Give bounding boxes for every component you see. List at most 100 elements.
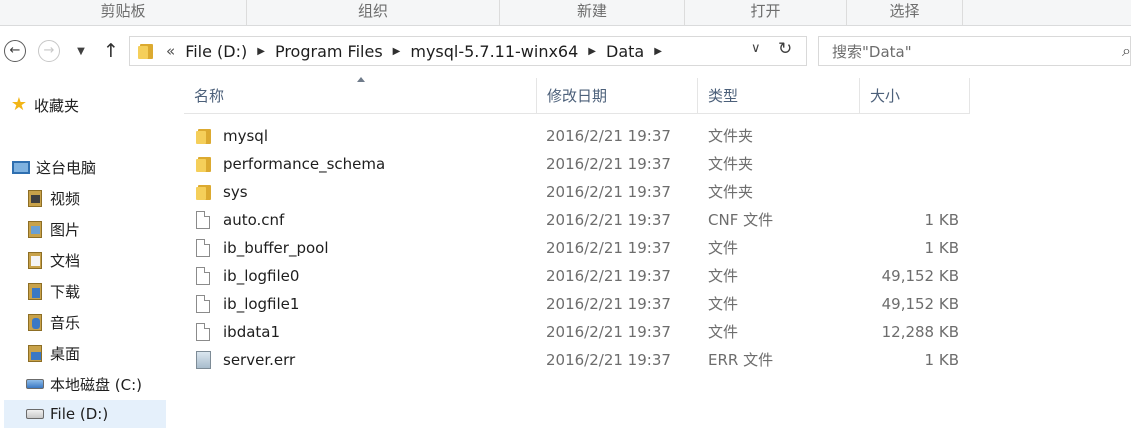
chevron-down-icon: ▼ (77, 45, 85, 57)
ribbon-group-organize[interactable]: 组织 (247, 0, 500, 25)
file-icon (196, 211, 216, 229)
sidebar-item-pictures[interactable]: 图片 (26, 215, 80, 243)
breadcrumb-separator-icon[interactable]: ▶ (257, 46, 265, 57)
sidebar-item-documents[interactable]: 文档 (26, 246, 80, 274)
file-type: ERR 文件 (708, 351, 774, 369)
file-size: 1 KB (924, 239, 959, 257)
sidebar-item-videos[interactable]: 视频 (26, 184, 80, 212)
address-dropdown-icon[interactable]: ∨ (751, 41, 761, 56)
ribbon: 剪贴板 组织 新建 打开 选择 (0, 0, 1131, 26)
breadcrumb-separator-icon[interactable]: ▶ (393, 46, 401, 57)
sidebar-item-this-pc[interactable]: 这台电脑 (12, 153, 96, 181)
file-date: 2016/2/21 19:37 (546, 351, 671, 369)
up-arrow-icon: ↑ (103, 40, 119, 62)
file-date: 2016/2/21 19:37 (546, 239, 671, 257)
sidebar-item-desktop[interactable]: 桌面 (26, 339, 80, 367)
file-size: 49,152 KB (881, 267, 959, 285)
search-icon[interactable]: ⌕ (1122, 41, 1131, 61)
file-row[interactable]: ib_buffer_pool 2016/2/21 19:37 文件 1 KB (184, 234, 970, 262)
forward-button[interactable]: → (37, 39, 61, 63)
back-arrow-icon: ← (4, 40, 26, 62)
sidebar-item-file-d[interactable]: File (D:) (4, 400, 166, 428)
breadcrumb-data[interactable]: Data (606, 42, 644, 61)
file-name: sys (223, 183, 248, 201)
file-type: 文件 (708, 267, 739, 285)
sidebar-item-local-disk-c[interactable]: 本地磁盘 (C:) (26, 370, 142, 398)
file-name: ib_logfile0 (223, 267, 300, 285)
sidebar-item-label: 下载 (50, 282, 81, 301)
breadcrumb-program-files[interactable]: Program Files (275, 42, 383, 61)
sidebar-item-label: 收藏夹 (34, 96, 80, 115)
sidebar-item-label: 桌面 (50, 344, 81, 363)
file-type: 文件 (708, 295, 739, 313)
file-name: auto.cnf (223, 211, 285, 229)
column-header-size[interactable]: 大小 (860, 78, 970, 114)
search-box[interactable]: 搜索"Data" ⌕ (818, 36, 1131, 66)
file-name: ibdata1 (223, 323, 281, 341)
file-icon (196, 267, 216, 285)
breadcrumb-separator-icon[interactable]: ▶ (588, 46, 596, 57)
file-name: performance_schema (223, 155, 386, 173)
file-date: 2016/2/21 19:37 (546, 267, 671, 285)
breadcrumb-overflow[interactable]: « (166, 42, 175, 60)
star-icon: ★ (10, 94, 28, 115)
sidebar-item-downloads[interactable]: 下载 (26, 277, 80, 305)
file-name: ib_logfile1 (223, 295, 300, 313)
folder-icon (196, 128, 216, 144)
file-size: 49,152 KB (881, 295, 959, 313)
file-date: 2016/2/21 19:37 (546, 155, 671, 173)
sidebar-item-favorites[interactable]: ★ 收藏夹 (10, 91, 79, 119)
breadcrumb-file-d[interactable]: File (D:) (185, 42, 247, 61)
file-row[interactable]: ib_logfile0 2016/2/21 19:37 文件 49,152 KB (184, 262, 970, 290)
breadcrumb-mysql[interactable]: mysql-5.7.11-winx64 (410, 42, 578, 61)
video-library-icon (26, 189, 44, 207)
file-type: 文件 (708, 323, 739, 341)
file-row[interactable]: sys 2016/2/21 19:37 文件夹 (184, 178, 970, 206)
sidebar-item-label: 音乐 (50, 313, 81, 332)
file-row[interactable]: performance_schema 2016/2/21 19:37 文件夹 (184, 150, 970, 178)
file-icon (196, 323, 216, 341)
ribbon-group-clipboard[interactable]: 剪贴板 (0, 0, 247, 25)
file-type: 文件夹 (708, 127, 754, 145)
file-size (870, 178, 959, 206)
breadcrumb-separator-icon[interactable]: ▶ (654, 46, 662, 57)
column-header-name[interactable]: 名称 (184, 78, 537, 114)
search-input[interactable]: 搜索"Data" (832, 41, 912, 62)
file-date: 2016/2/21 19:37 (546, 211, 671, 229)
file-size: 1 KB (924, 351, 959, 369)
column-header-date[interactable]: 修改日期 (537, 78, 698, 114)
forward-arrow-icon: → (38, 40, 60, 62)
navigation-pane: ★ 收藏夹 这台电脑 视频 图片 文档 下载 音乐 桌面 本地磁盘 (C:) F… (0, 76, 166, 431)
file-row[interactable]: ibdata1 2016/2/21 19:37 文件 12,288 KB (184, 318, 970, 346)
ribbon-group-select[interactable]: 选择 (847, 0, 963, 25)
file-row[interactable]: mysql 2016/2/21 19:37 文件夹 (184, 122, 970, 150)
sidebar-item-label: 文档 (50, 251, 81, 270)
sidebar-item-label: 本地磁盘 (C:) (50, 375, 142, 394)
navigation-bar: ← → ▼ ↑ « File (D:) ▶ Program Files ▶ my… (0, 26, 1131, 76)
file-size: 1 KB (924, 211, 959, 229)
sidebar-item-music[interactable]: 音乐 (26, 308, 80, 336)
drive-icon (26, 405, 44, 423)
music-library-icon (26, 313, 44, 331)
refresh-icon[interactable]: ↻ (778, 39, 792, 59)
file-row[interactable]: server.err 2016/2/21 19:37 ERR 文件 1 KB (184, 346, 970, 374)
address-bar[interactable]: « File (D:) ▶ Program Files ▶ mysql-5.7.… (129, 36, 807, 66)
file-date: 2016/2/21 19:37 (546, 295, 671, 313)
desktop-icon (26, 344, 44, 362)
back-button[interactable]: ← (3, 39, 27, 63)
up-button[interactable]: ↑ (100, 39, 122, 63)
column-header-type[interactable]: 类型 (698, 78, 860, 114)
recent-locations-button[interactable]: ▼ (73, 39, 89, 63)
ribbon-group-new[interactable]: 新建 (500, 0, 685, 25)
file-row[interactable]: ib_logfile1 2016/2/21 19:37 文件 49,152 KB (184, 290, 970, 318)
computer-icon (12, 158, 30, 176)
file-date: 2016/2/21 19:37 (546, 183, 671, 201)
ribbon-group-open[interactable]: 打开 (685, 0, 847, 25)
file-date: 2016/2/21 19:37 (546, 323, 671, 341)
file-row[interactable]: auto.cnf 2016/2/21 19:37 CNF 文件 1 KB (184, 206, 970, 234)
folder-icon (138, 43, 154, 59)
file-size (870, 122, 959, 150)
file-icon (196, 239, 216, 257)
folder-icon (196, 184, 216, 200)
file-date: 2016/2/21 19:37 (546, 127, 671, 145)
